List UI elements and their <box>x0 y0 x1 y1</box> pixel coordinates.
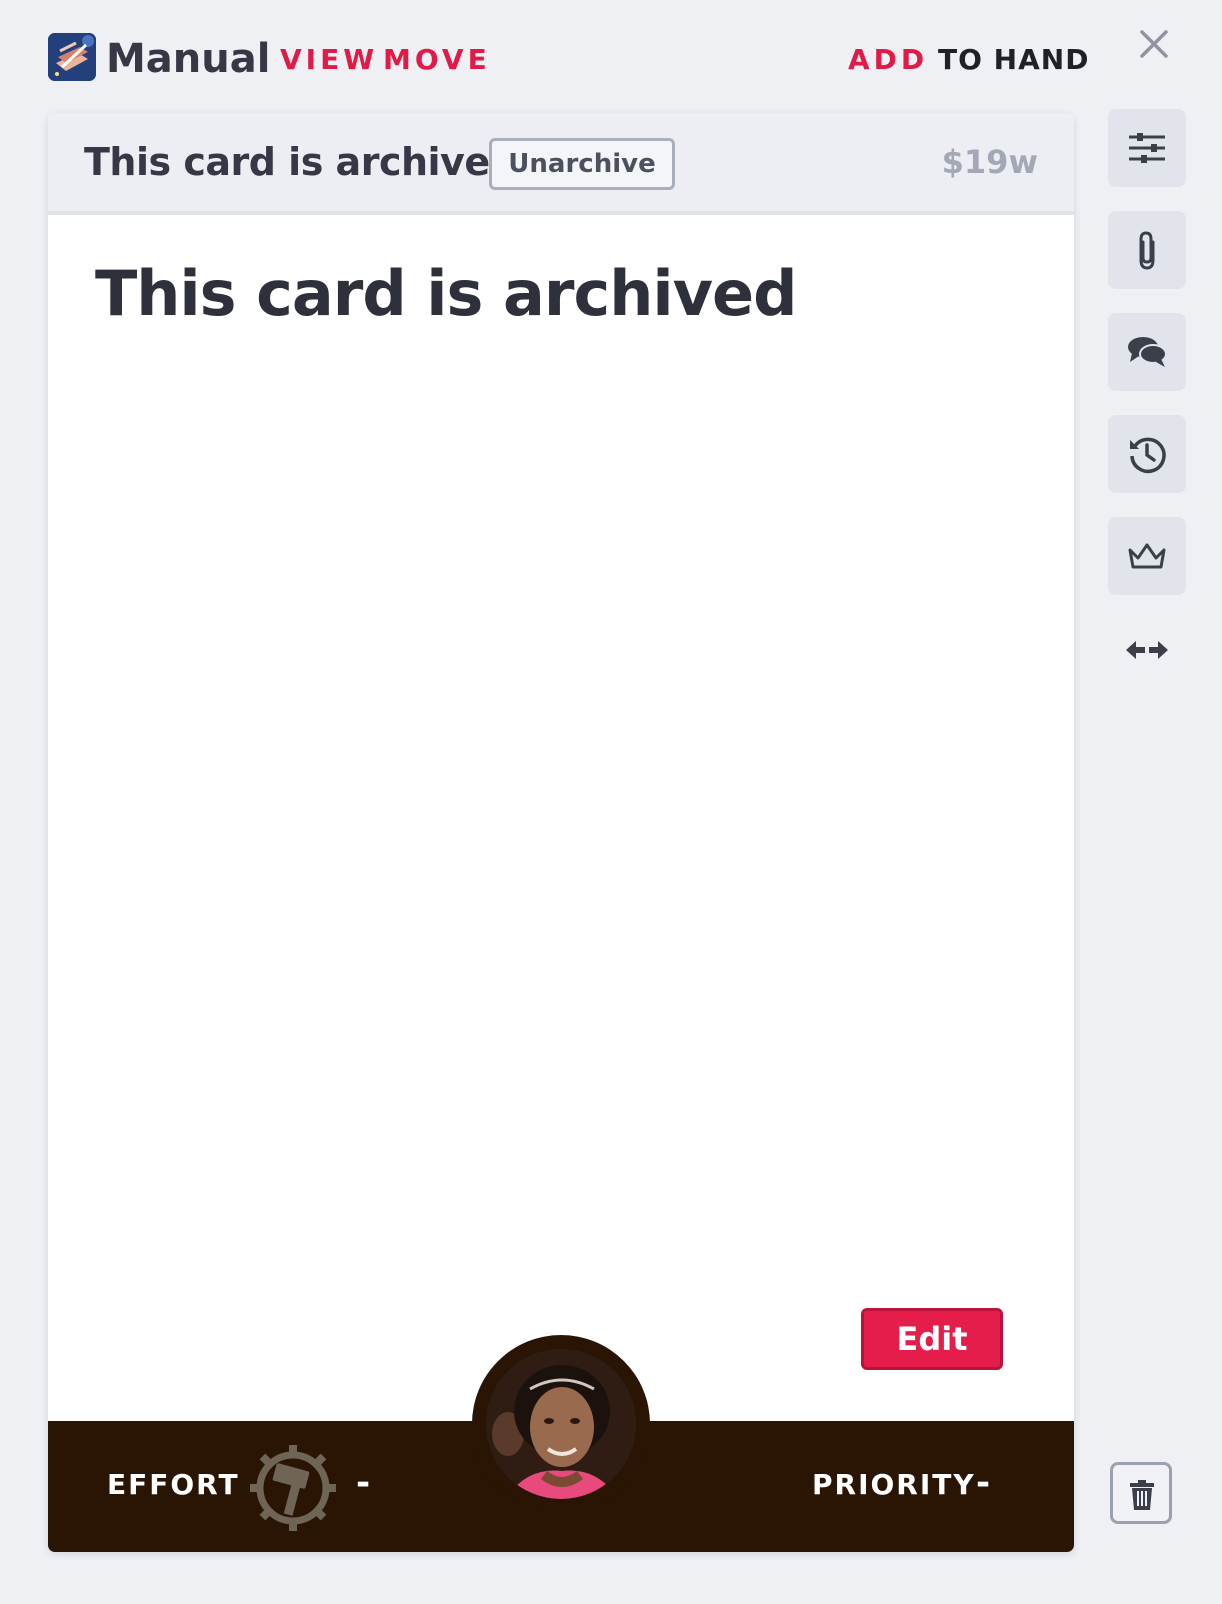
comments-button[interactable] <box>1108 313 1186 391</box>
card-cost: $19w <box>941 143 1038 181</box>
paperclip-icon <box>1139 231 1155 270</box>
move-link[interactable]: MOVE <box>383 42 491 78</box>
history-icon <box>1130 437 1166 474</box>
view-link[interactable]: VIEW <box>280 42 378 78</box>
deck-icon[interactable] <box>48 33 96 81</box>
assignee-avatar[interactable] <box>472 1335 650 1513</box>
card-title: This card is archived <box>95 257 797 330</box>
deck-title[interactable]: Manual <box>106 33 270 85</box>
effort-value[interactable]: - <box>356 1463 370 1503</box>
attachments-button[interactable] <box>1108 211 1186 289</box>
expand-arrows-icon[interactable] <box>1124 634 1170 666</box>
priority-label: PRIORITY <box>812 1468 976 1501</box>
add-link[interactable]: ADD <box>848 42 928 78</box>
to-hand-link[interactable]: TO HAND <box>938 42 1089 78</box>
comments-icon <box>1128 337 1167 367</box>
crown-button[interactable] <box>1108 517 1186 595</box>
sliders-icon <box>1129 133 1165 163</box>
history-button[interactable] <box>1108 415 1186 493</box>
avatar <box>486 1349 636 1499</box>
archived-banner: This card is archived. Unarchive $19w <box>48 113 1074 215</box>
card-panel: This card is archived. Unarchive $19w Th… <box>48 113 1074 1552</box>
close-icon[interactable] <box>1134 24 1174 64</box>
trash-icon <box>1130 1480 1154 1510</box>
hammer-gear-icon[interactable] <box>248 1443 338 1533</box>
card-settings-button[interactable] <box>1108 109 1186 187</box>
crown-icon <box>1128 543 1166 569</box>
unarchive-button[interactable]: Unarchive <box>489 138 675 190</box>
edit-button[interactable]: Edit <box>861 1308 1003 1370</box>
archived-notice: This card is archived. <box>84 140 531 184</box>
card-header: Manual VIEW MOVE ADD TO HAND <box>0 0 1222 110</box>
delete-button[interactable] <box>1110 1462 1172 1524</box>
effort-label: EFFORT <box>107 1468 240 1501</box>
priority-value[interactable]: - <box>976 1463 990 1503</box>
